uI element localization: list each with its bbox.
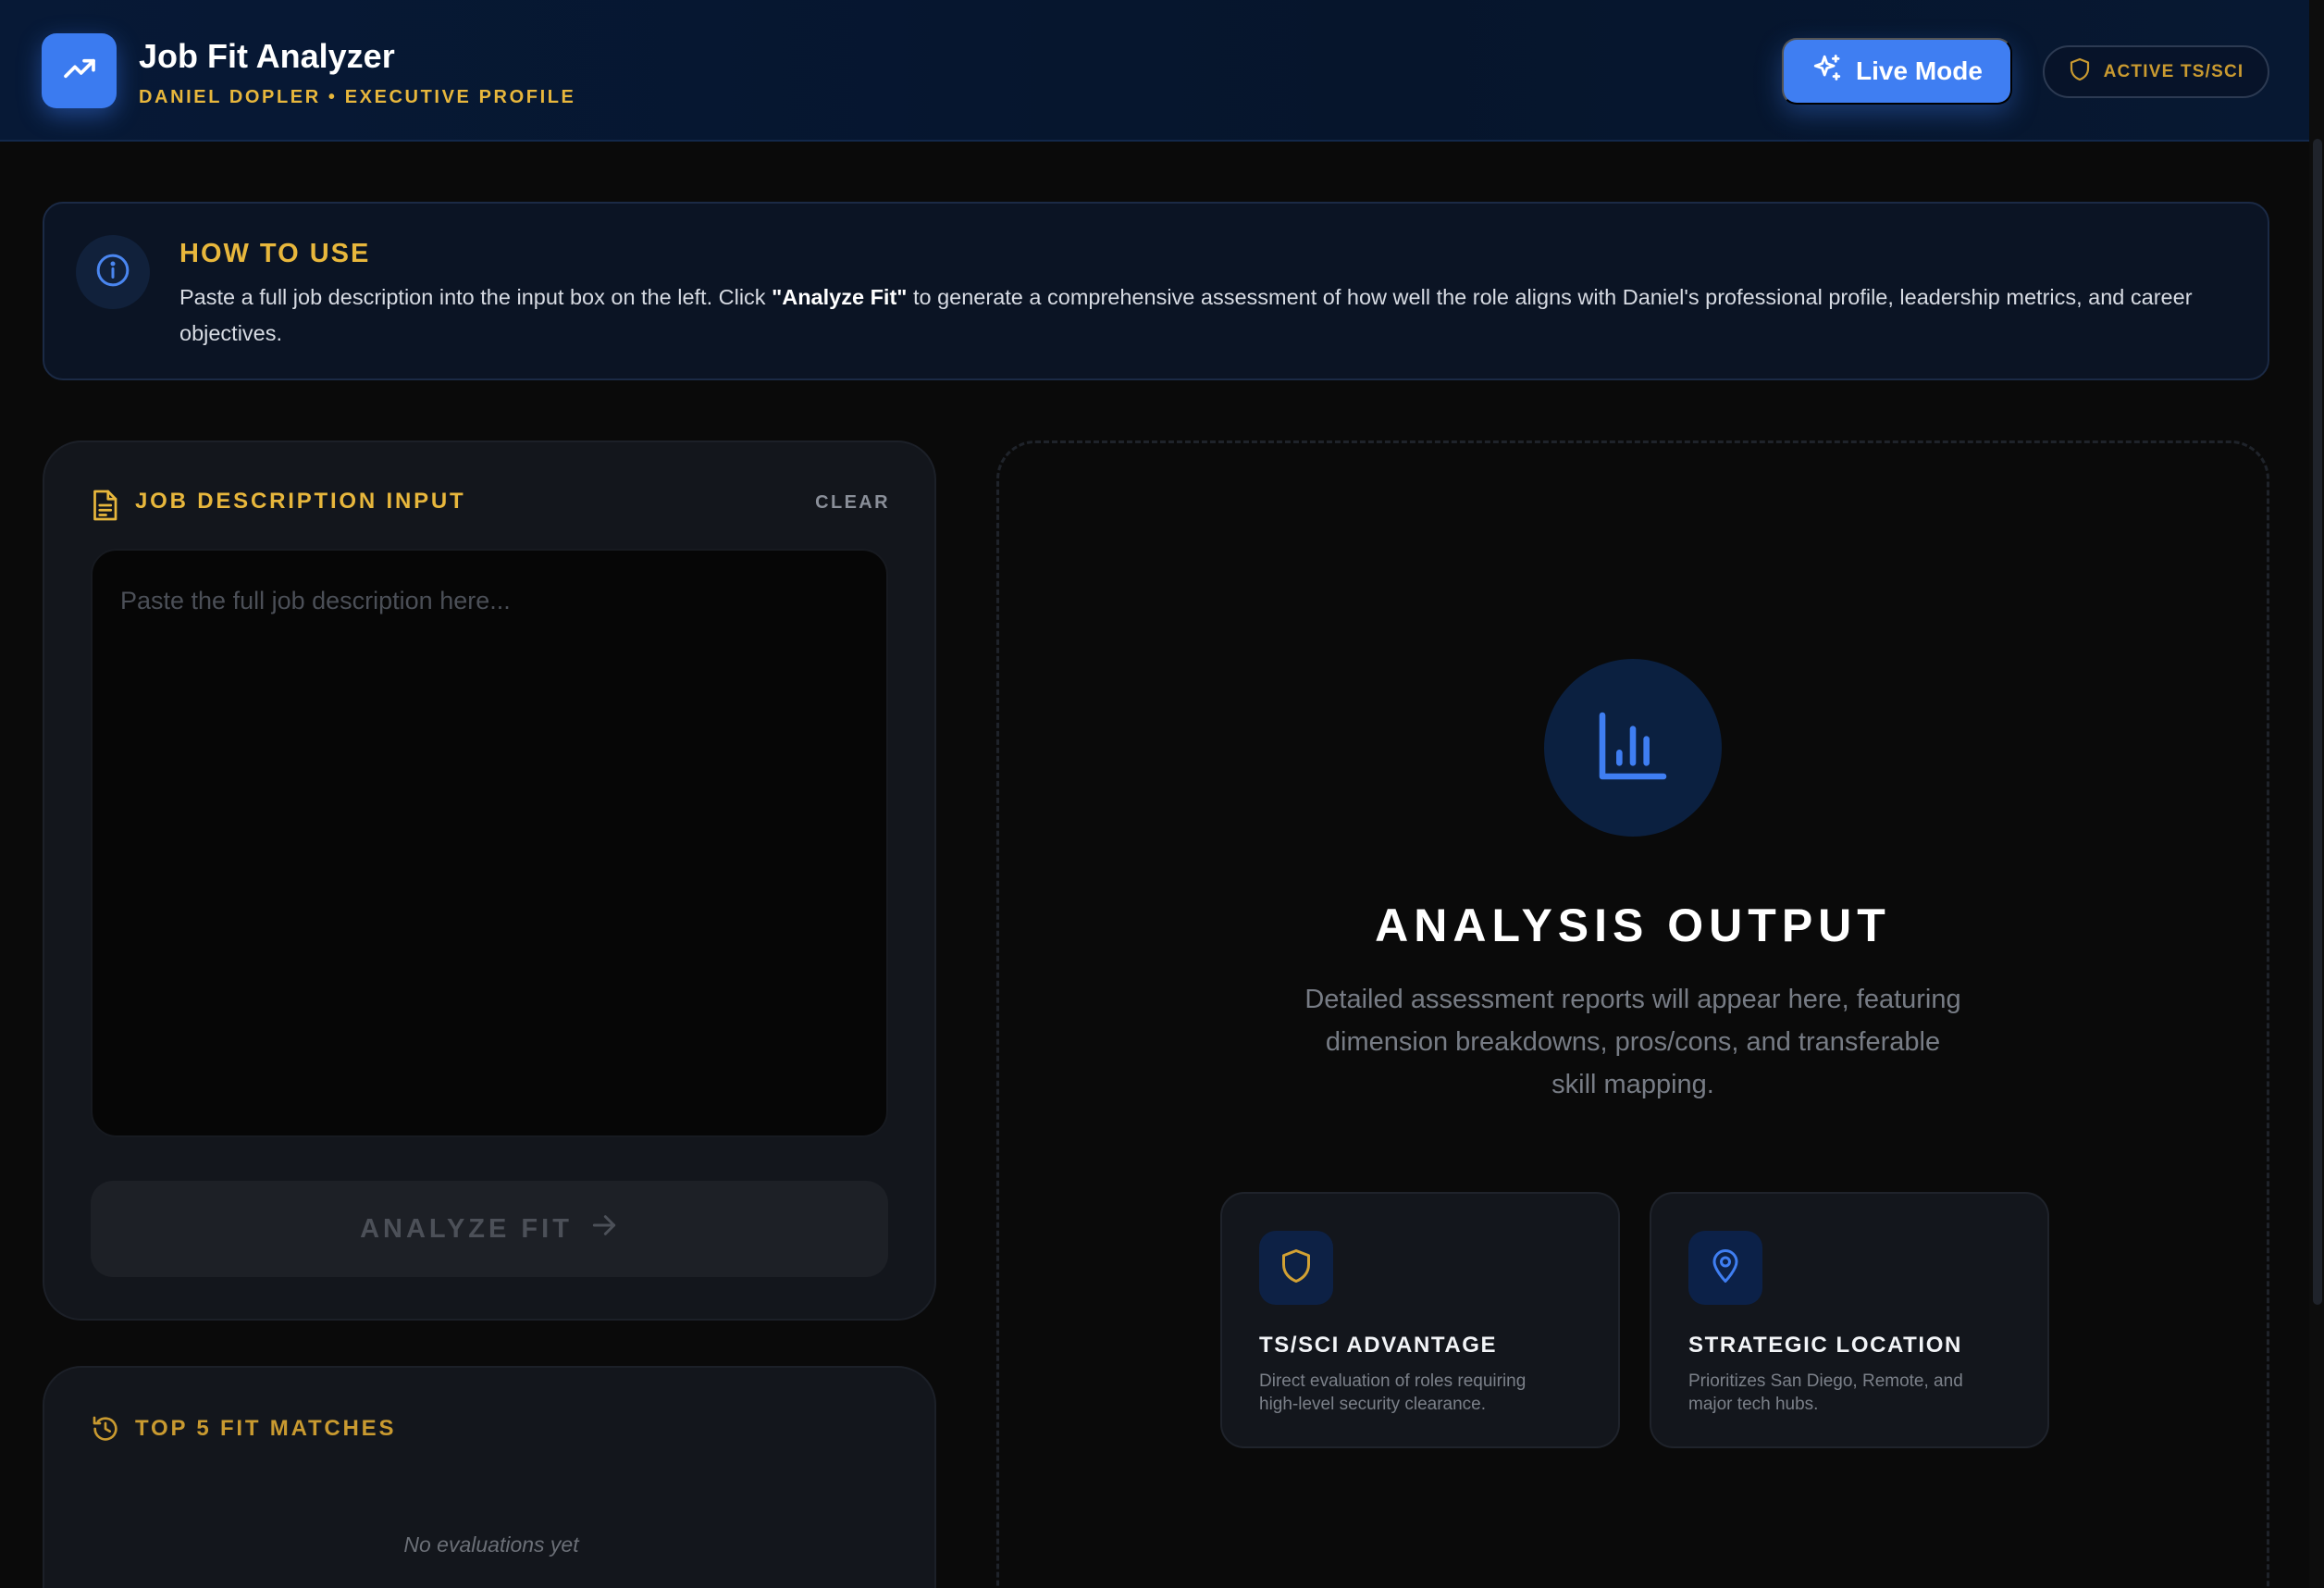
document-icon — [91, 489, 118, 522]
top-5-matches-card: TOP 5 FIT MATCHES No evaluations yet — [43, 1366, 936, 1588]
how-to-text: Paste a full job description into the in… — [179, 279, 2243, 352]
output-icon-badge — [1544, 659, 1722, 837]
feature-text: Prioritizes San Diego, Remote, and major… — [1688, 1371, 1963, 1414]
feature-title: STRATEGIC LOCATION — [1688, 1333, 1962, 1358]
page-scrollbar[interactable] — [2309, 0, 2324, 1588]
job-description-title: JOB DESCRIPTION INPUT — [135, 489, 466, 514]
top-5-empty-state: No evaluations yet — [403, 1532, 579, 1557]
live-mode-button[interactable]: Live Mode — [1782, 38, 2012, 105]
top-header: Job Fit Analyzer DANIEL DOPLER • EXECUTI… — [0, 0, 2309, 142]
feature-card-ts-sci: TS/SCI ADVANTAGE Direct evaluation of ro… — [1220, 1192, 1620, 1448]
app-logo — [42, 33, 117, 108]
feature-title: TS/SCI ADVANTAGE — [1259, 1333, 1498, 1358]
job-description-card: JOB DESCRIPTION INPUT CLEAR ANALYZE FIT — [43, 440, 936, 1321]
analysis-output-description: Detailed assessment reports will appear … — [1304, 985, 1961, 1099]
trending-up-icon — [61, 50, 98, 92]
analyze-fit-button[interactable]: ANALYZE FIT — [91, 1181, 888, 1277]
app-page: Job Fit Analyzer DANIEL DOPLER • EXECUTI… — [0, 0, 2324, 1588]
clear-button[interactable]: CLEAR — [815, 492, 890, 514]
top-5-title: TOP 5 FIT MATCHES — [135, 1416, 397, 1441]
scrollbar-thumb[interactable] — [2313, 139, 2322, 1305]
info-icon-badge — [76, 235, 150, 309]
feature-icon-tile — [1688, 1231, 1762, 1305]
bar-chart-icon — [1592, 705, 1674, 791]
live-mode-label: Live Mode — [1856, 56, 1983, 85]
arrow-right-icon — [589, 1210, 619, 1247]
feature-card-location: STRATEGIC LOCATION Prioritizes San Diego… — [1650, 1192, 2049, 1448]
feature-text: Direct evaluation of roles requiring hig… — [1259, 1371, 1527, 1414]
map-pin-icon — [1709, 1247, 1742, 1289]
analysis-output-panel: ANALYSIS OUTPUT Detailed assessment repo… — [996, 440, 2269, 1588]
sparkles-icon — [1811, 53, 1843, 91]
shield-icon — [2069, 57, 2091, 87]
info-icon — [94, 252, 131, 293]
how-to-text-bold: "Analyze Fit" — [772, 285, 908, 309]
shield-icon — [1279, 1247, 1313, 1289]
history-icon — [91, 1414, 120, 1444]
clearance-badge: ACTIVE TS/SCI — [2043, 45, 2269, 98]
how-to-title: HOW TO USE — [179, 239, 371, 268]
how-to-text-part: Paste a full job description into the in… — [179, 285, 773, 309]
feature-icon-tile — [1259, 1231, 1333, 1305]
job-description-input[interactable] — [91, 549, 888, 1137]
how-to-use-panel: HOW TO USE Paste a full job description … — [43, 202, 2269, 380]
analyze-fit-label: ANALYZE FIT — [360, 1213, 573, 1244]
analysis-output-title: ANALYSIS OUTPUT — [1375, 899, 1891, 951]
clearance-label: ACTIVE TS/SCI — [2103, 61, 2244, 81]
app-title: Job Fit Analyzer — [139, 37, 395, 75]
profile-subtitle: DANIEL DOPLER • EXECUTIVE PROFILE — [139, 87, 576, 107]
